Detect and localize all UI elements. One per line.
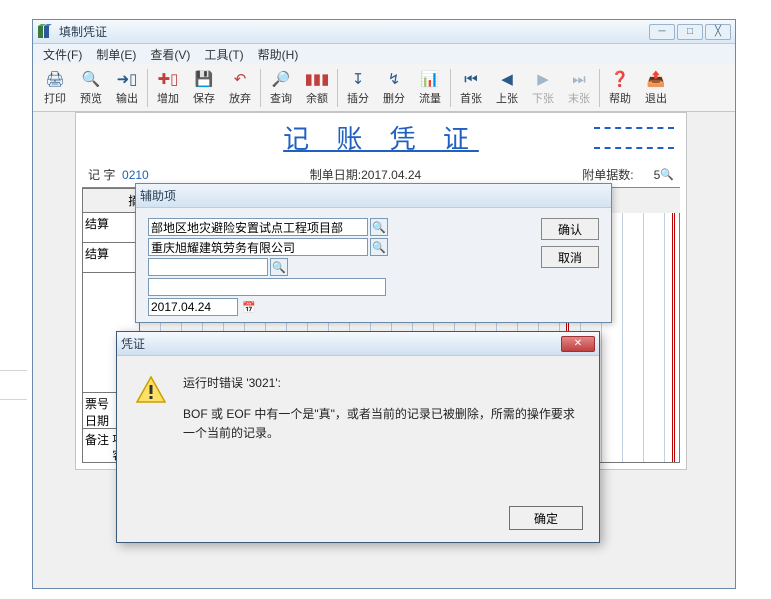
help-icon: ❓ <box>610 69 630 89</box>
lookup-icon-1[interactable]: 🔍 <box>370 218 388 236</box>
assist-cancel-button[interactable]: 取消 <box>541 246 599 268</box>
print-button[interactable]: 🖨打印 <box>37 66 73 110</box>
last-icon: ⏭ <box>569 69 589 89</box>
next-button: ▶下张 <box>525 66 561 110</box>
output-button[interactable]: ➜▯输出 <box>109 66 145 110</box>
error-line-2: BOF 或 EOF 中有一个是"真"，或者当前的记录已被删除，所需的操作要求一个… <box>183 405 581 443</box>
error-dialog: 凭证 ✕ 运行时错误 '3021': BOF 或 EOF 中有一个是"真"，或者… <box>116 331 600 543</box>
menu-file[interactable]: 文件(F) <box>37 44 88 65</box>
query-icon: 🔎 <box>271 69 291 89</box>
exit-button[interactable]: 📤退出 <box>638 66 674 110</box>
voucher-title: 记 账 凭 证 <box>82 119 680 156</box>
delete-icon: ↯ <box>384 69 404 89</box>
add-button[interactable]: ✚▯增加 <box>150 66 186 110</box>
lookup-icon-3[interactable]: 🔍 <box>270 258 288 276</box>
prev-icon: ◀ <box>497 69 517 89</box>
print-icon: 🖨 <box>45 69 65 89</box>
discard-icon: ↶ <box>230 69 250 89</box>
save-button[interactable]: 💾保存 <box>186 66 222 110</box>
app-icon <box>37 24 53 40</box>
assist-dialog: 辅助项 🔍 🔍 🔍 📅 确认 取 <box>135 183 612 323</box>
close-button[interactable]: ╳ <box>705 24 731 40</box>
minimize-button[interactable]: ─ <box>649 24 675 40</box>
preview-button[interactable]: 🔍预览 <box>73 66 109 110</box>
voucher-word-value[interactable]: 0210 <box>122 168 149 182</box>
exit-icon: 📤 <box>646 69 666 89</box>
attach-lookup-icon[interactable]: 🔍 <box>660 168 674 181</box>
assist-field-3[interactable] <box>148 258 268 276</box>
error-title: 凭证 <box>121 335 335 352</box>
menubar: 文件(F) 制单(E) 查看(V) 工具(T) 帮助(H) <box>33 44 735 64</box>
error-titlebar[interactable]: 凭证 ✕ <box>117 332 599 356</box>
assist-ok-button[interactable]: 确认 <box>541 218 599 240</box>
assist-field-4[interactable] <box>148 278 386 296</box>
calendar-icon[interactable]: 📅 <box>240 298 258 316</box>
flow-button[interactable]: 📊流量 <box>412 66 448 110</box>
balance-button[interactable]: ▮▮▮余额 <box>299 66 335 110</box>
assist-date-field[interactable] <box>148 298 238 316</box>
assist-titlebar[interactable]: 辅助项 <box>136 184 611 208</box>
menu-help[interactable]: 帮助(H) <box>252 44 305 65</box>
prev-button[interactable]: ◀上张 <box>489 66 525 110</box>
maximize-button[interactable]: □ <box>677 24 703 40</box>
discard-button[interactable]: ↶放弃 <box>222 66 258 110</box>
help-button[interactable]: ❓帮助 <box>602 66 638 110</box>
first-button[interactable]: ⏮首张 <box>453 66 489 110</box>
voucher-date-value[interactable]: 2017.04.24 <box>361 168 421 182</box>
assist-title: 辅助项 <box>140 187 607 204</box>
toolbar: 🖨打印 🔍预览 ➜▯输出 ✚▯增加 💾保存 ↶放弃 🔎查询 ▮▮▮余额 ↧插分 … <box>33 64 735 112</box>
menu-tool[interactable]: 工具(T) <box>198 44 249 65</box>
assist-field-2[interactable] <box>148 238 368 256</box>
query-button[interactable]: 🔎查询 <box>263 66 299 110</box>
voucher-word-label: 记 字 <box>88 166 115 183</box>
insert-button[interactable]: ↧插分 <box>340 66 376 110</box>
save-icon: 💾 <box>194 69 214 89</box>
menu-view[interactable]: 查看(V) <box>144 44 196 65</box>
window-title: 填制凭证 <box>59 23 643 40</box>
voucher-dash-decoration <box>594 127 674 149</box>
assist-field-1[interactable] <box>148 218 368 236</box>
voucher-date-label: 制单日期: <box>310 166 361 183</box>
main-titlebar[interactable]: 填制凭证 ─ □ ╳ <box>33 20 735 44</box>
next-icon: ▶ <box>533 69 553 89</box>
flow-icon: 📊 <box>420 69 440 89</box>
menu-make[interactable]: 制单(E) <box>90 44 142 65</box>
warning-icon <box>135 374 167 406</box>
voucher-attach-label: 附单据数: <box>582 166 633 183</box>
table-row-settle-1[interactable]: 结算 <box>82 213 140 243</box>
insert-icon: ↧ <box>348 69 368 89</box>
error-line-1: 运行时错误 '3021': <box>183 374 581 393</box>
last-button: ⏭末张 <box>561 66 597 110</box>
voucher-attach-value[interactable]: 5 <box>654 168 661 182</box>
error-close-button[interactable]: ✕ <box>561 336 595 352</box>
preview-icon: 🔍 <box>81 69 101 89</box>
add-icon: ✚▯ <box>158 69 178 89</box>
balance-icon: ▮▮▮ <box>307 69 327 89</box>
error-ok-button[interactable]: 确定 <box>509 506 583 530</box>
output-icon: ➜▯ <box>117 69 137 89</box>
first-icon: ⏮ <box>461 69 481 89</box>
table-row-settle-2[interactable]: 结算 <box>82 243 140 273</box>
lookup-icon-2[interactable]: 🔍 <box>370 238 388 256</box>
delete-button[interactable]: ↯删分 <box>376 66 412 110</box>
